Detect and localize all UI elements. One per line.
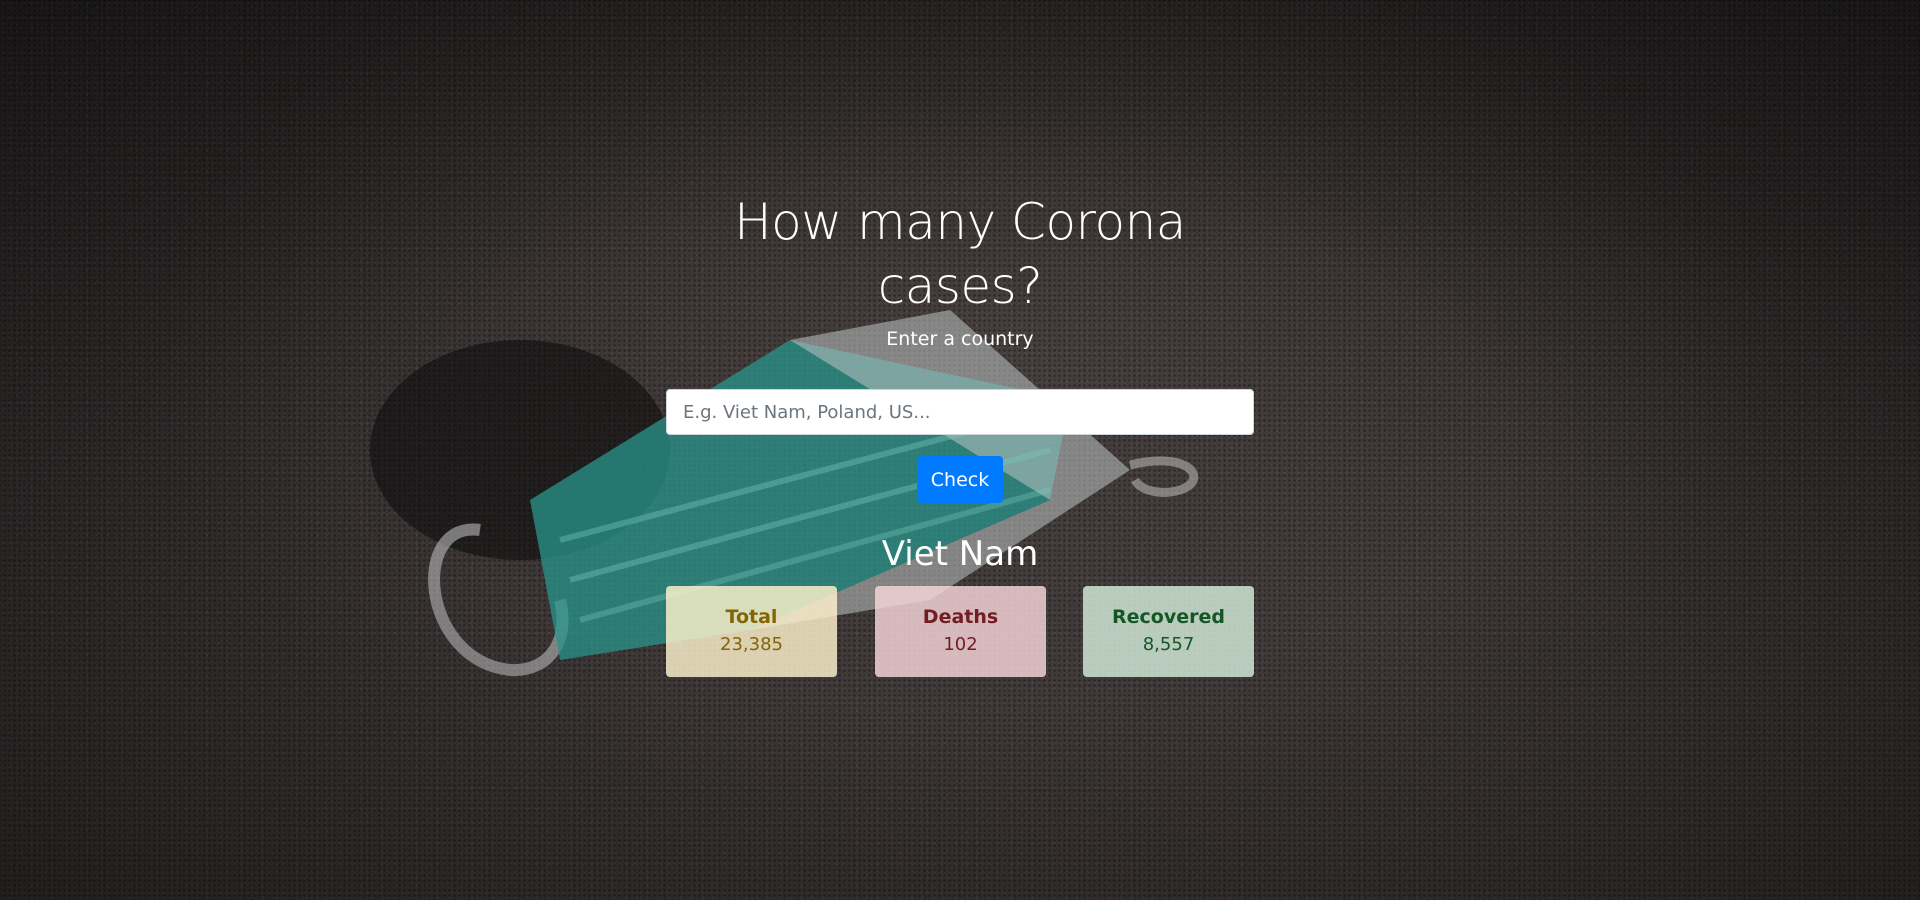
country-search-input[interactable]: [666, 389, 1254, 435]
check-button[interactable]: Check: [917, 456, 1003, 503]
page-title: How many Corona cases?: [734, 193, 1186, 315]
deaths-value: 102: [943, 634, 978, 655]
total-label: Total: [725, 606, 778, 628]
recovered-value: 8,557: [1142, 634, 1195, 655]
deaths-card: Deaths 102: [875, 586, 1046, 677]
deaths-label: Deaths: [922, 606, 999, 628]
total-value: 23,385: [720, 634, 783, 655]
recovered-card: Recovered 8,557: [1083, 586, 1254, 677]
main-content: How many Corona cases? Enter a country C…: [0, 0, 1920, 900]
recovered-label: Recovered: [1112, 606, 1225, 628]
result-country-name: Viet Nam: [881, 534, 1039, 574]
total-cases-card: Total 23,385: [666, 586, 837, 677]
subtitle-prompt: Enter a country: [886, 328, 1034, 350]
